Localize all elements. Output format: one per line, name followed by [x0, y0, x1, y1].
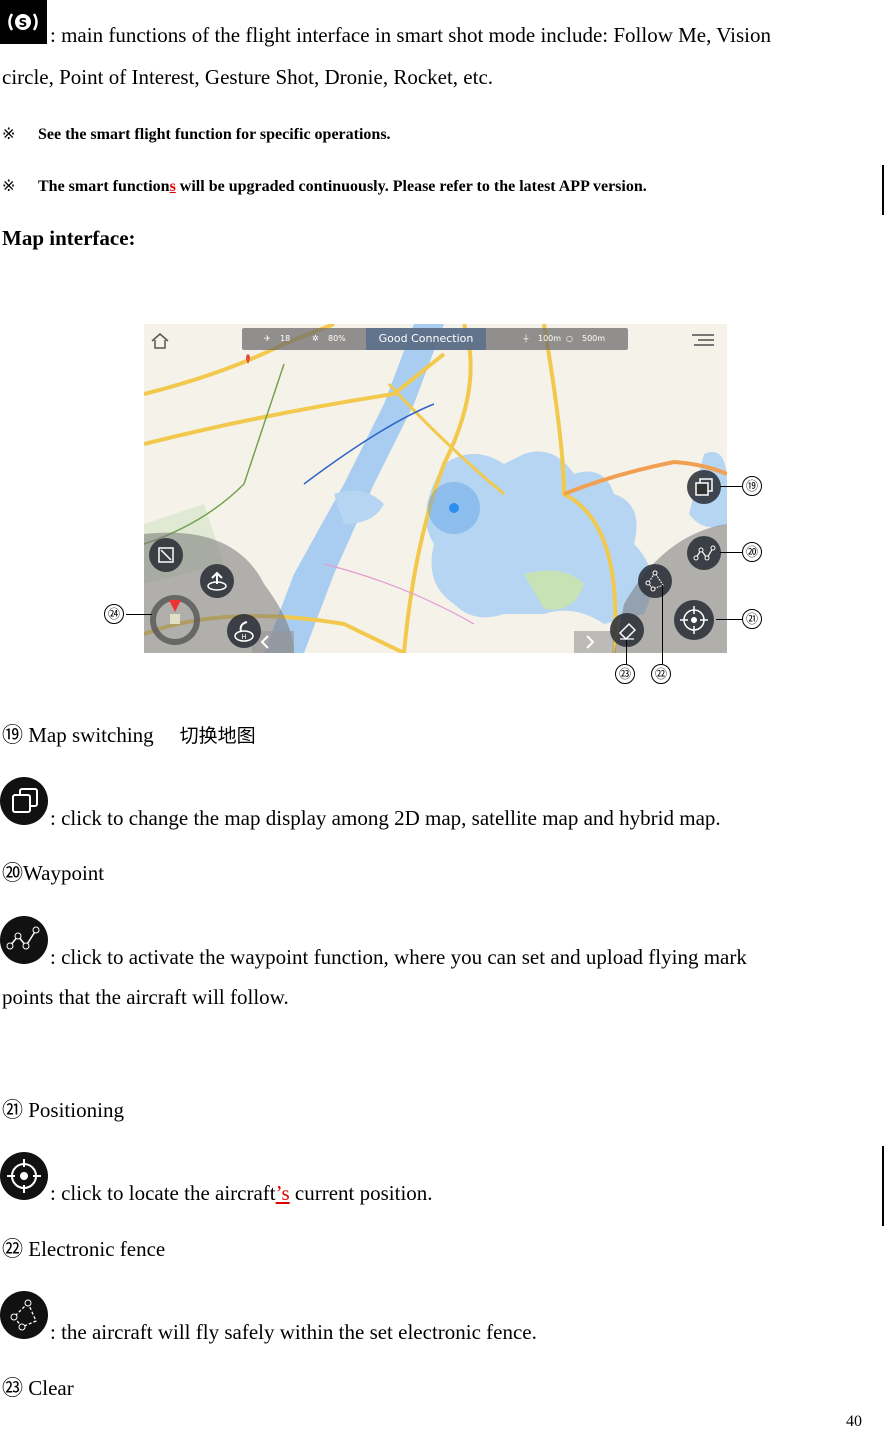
callout-line-24	[126, 614, 152, 615]
section-heading-electronic-fence: ㉒ Electronic fence	[2, 1237, 166, 1261]
target-icon	[0, 1152, 48, 1200]
status-bar: ✈ 18 ✲ 80% Good Connection ⏚ 100m ○ 500m	[242, 328, 628, 350]
callout-line-19	[720, 486, 742, 487]
satellite-count: 18	[280, 334, 291, 343]
waypoint-desc-line-1: : click to activate the waypoint functio…	[50, 945, 747, 969]
return-home-button[interactable]: H	[227, 614, 261, 648]
desc-text: : click to locate the aircraft	[50, 1181, 276, 1205]
map-layers-icon	[0, 777, 48, 825]
menu-icon[interactable]	[692, 334, 714, 348]
altitude-icon: ⏚	[522, 334, 530, 343]
map-switch-button[interactable]	[687, 470, 721, 504]
section-heading-positioning: ㉑ Positioning	[2, 1098, 124, 1122]
revision-bar	[882, 1146, 884, 1226]
callout-line-22	[662, 585, 663, 664]
map-heading: Map interface:	[2, 226, 136, 250]
smart-shot-icon: S	[0, 0, 47, 44]
section-heading-map-switching: ⑲ Map switching 切换地图	[2, 722, 256, 749]
callout-20: ⑳	[742, 542, 762, 562]
note-2: ※ The smart functions will be upgraded co…	[2, 176, 647, 196]
connection-status: Good Connection	[366, 328, 486, 350]
page-number: 40	[846, 1413, 862, 1430]
note-text: The smart function	[38, 178, 170, 195]
takeoff-button[interactable]	[200, 564, 234, 598]
revision-mark: ’s	[275, 1181, 290, 1205]
battery-icon: ✲	[312, 334, 319, 343]
callout-line-21	[716, 619, 742, 620]
intro-line-1: : main functions of the flight interface…	[50, 23, 771, 47]
altitude-limit: 100m	[538, 334, 562, 343]
note-mark: ※	[2, 126, 16, 143]
note-mark: ※	[2, 178, 16, 195]
positioning-desc: : click to locate the aircraft’s current…	[50, 1180, 433, 1206]
note-text: See the smart flight function for specif…	[38, 126, 391, 143]
callout-21: ㉑	[742, 609, 762, 629]
distance-icon: ○	[566, 334, 573, 343]
electronic-fence-desc: : the aircraft will fly safely within th…	[50, 1320, 537, 1344]
heading-text: ⑲ Map switching	[2, 723, 154, 747]
waypoint-desc-line-2: points that the aircraft will follow.	[2, 985, 289, 1009]
callout-23: ㉓	[615, 664, 635, 684]
callout-line-23	[626, 640, 627, 664]
note-1: ※ See the smart flight function for speci…	[2, 124, 391, 144]
battery-level: 80%	[328, 334, 346, 343]
heading-cn: 切换地图	[179, 725, 256, 747]
callout-line-20	[720, 552, 742, 553]
svg-text:S: S	[19, 16, 28, 30]
callout-22: ㉒	[651, 664, 671, 684]
callout-19: ⑲	[742, 476, 762, 496]
svg-text:H: H	[241, 633, 246, 641]
section-heading-clear: ㉓ Clear	[2, 1376, 74, 1400]
map-background	[144, 324, 727, 653]
section-heading-waypoint: ⑳Waypoint	[2, 861, 105, 885]
revision-bar	[882, 165, 884, 215]
distance-limit: 500m	[582, 334, 606, 343]
positioning-button[interactable]	[674, 600, 714, 640]
map-switching-desc: : click to change the map display among …	[50, 806, 721, 830]
intro-line-2: circle, Point of Interest, Gesture Shot,…	[2, 65, 494, 89]
expand-map-button[interactable]	[149, 538, 183, 572]
fence-icon	[0, 1291, 48, 1339]
waypoint-button[interactable]	[687, 536, 721, 570]
satellite-icon: ✈	[264, 334, 271, 343]
note-text-cont: will be upgraded continuously. Please re…	[175, 178, 647, 195]
home-icon[interactable]	[150, 332, 170, 350]
clear-button[interactable]	[610, 613, 644, 647]
desc-text-cont: current position.	[289, 1181, 433, 1205]
waypoint-icon	[0, 916, 48, 964]
callout-24: ㉔	[104, 604, 124, 624]
map-screenshot: ✈ 18 ✲ 80% Good Connection ⏚ 100m ○ 500m…	[144, 324, 727, 653]
electronic-fence-button[interactable]	[638, 564, 672, 598]
